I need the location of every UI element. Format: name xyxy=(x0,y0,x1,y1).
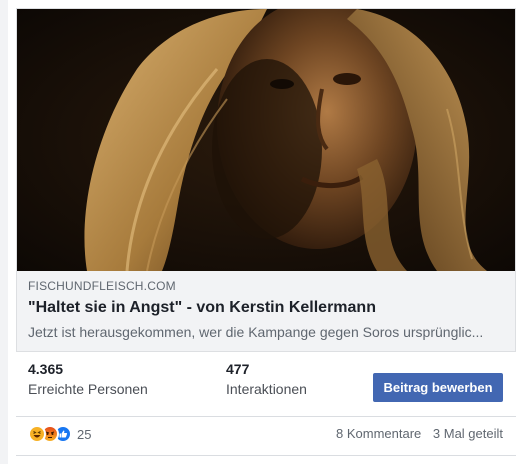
post-card: FISCHUNDFLEISCH.COM "Haltet sie in Angst… xyxy=(0,0,525,464)
comments-link[interactable]: 8 Kommentare xyxy=(336,426,421,441)
reach-label: Erreichte Personen xyxy=(28,381,148,397)
reach-value: 4.365 xyxy=(28,361,64,377)
reaction-count: 25 xyxy=(77,426,92,442)
boost-post-button[interactable]: Beitrag bewerben xyxy=(373,373,503,402)
preview-text[interactable]: FISCHUNDFLEISCH.COM "Haltet sie in Angst… xyxy=(28,278,506,341)
reaction-icons xyxy=(28,425,72,443)
divider xyxy=(16,416,516,417)
feed-gutter xyxy=(0,0,8,464)
reach-stat[interactable]: 4.365 Erreichte Personen xyxy=(28,360,148,398)
preview-description: Jetzt ist herausgekommen, wer die Kampan… xyxy=(28,324,484,340)
divider-bottom xyxy=(16,455,516,456)
interactions-value: 477 xyxy=(226,361,250,377)
shares-link[interactable]: 3 Mal geteilt xyxy=(433,426,503,441)
preview-domain: FISCHUNDFLEISCH.COM xyxy=(28,279,176,293)
engagement-summary: 8 Kommentare 3 Mal geteilt xyxy=(336,426,503,441)
preview-title[interactable]: "Haltet sie in Angst" - von Kerstin Kell… xyxy=(28,298,506,318)
preview-image[interactable] xyxy=(17,9,515,271)
reactions-summary[interactable]: 25 xyxy=(28,424,91,444)
haha-icon xyxy=(28,425,46,443)
interactions-stat[interactable]: 477 Interaktionen xyxy=(226,360,307,398)
post-insights: 4.365 Erreichte Personen 477 Interaktion… xyxy=(16,360,516,410)
link-preview[interactable]: FISCHUNDFLEISCH.COM "Haltet sie in Angst… xyxy=(16,8,516,352)
interactions-label: Interaktionen xyxy=(226,381,307,397)
